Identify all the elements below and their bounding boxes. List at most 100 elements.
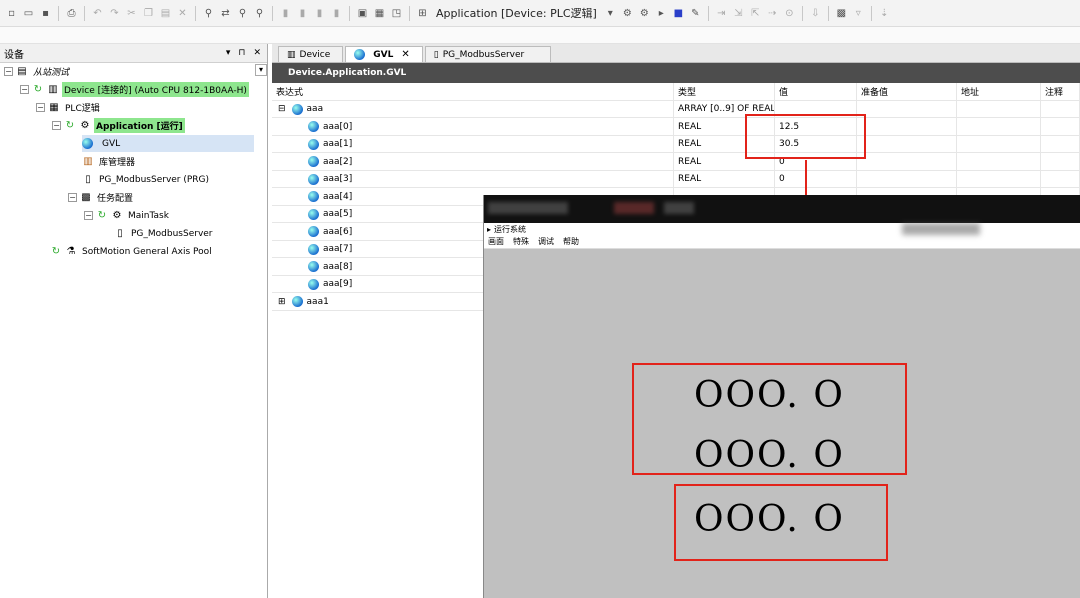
tree-node-application[interactable]: − ↻ ⚙ Application [运行] (52, 117, 185, 134)
login-icon[interactable]: ⚙ (620, 6, 635, 21)
cell-address[interactable] (957, 153, 1041, 171)
table-row[interactable]: aaa[0] REAL 12.5 (272, 118, 1080, 136)
collapse-icon[interactable]: − (4, 67, 13, 76)
col-value[interactable]: 值 (775, 83, 857, 101)
find-icon[interactable]: ⚲ (201, 6, 216, 21)
start-icon[interactable]: ▸ (654, 6, 669, 21)
print-icon[interactable]: ⎙ (64, 6, 79, 21)
col-address[interactable]: 地址 (957, 83, 1041, 101)
cell-prepared-value[interactable] (857, 118, 957, 136)
step-out-icon[interactable]: ⇱ (748, 6, 763, 21)
cell-comment[interactable] (1041, 100, 1080, 118)
delete-icon[interactable]: ✕ (175, 6, 190, 21)
bookmark-prev-icon[interactable]: ▮ (312, 6, 327, 21)
col-type[interactable]: 类型 (674, 83, 775, 101)
table-row[interactable]: aaa[3] REAL 0 (272, 170, 1080, 188)
cell-comment[interactable] (1041, 170, 1080, 188)
menu-help[interactable]: 帮助 (563, 236, 579, 247)
generate-icon[interactable]: ◳ (389, 6, 404, 21)
run-to-cursor-icon[interactable]: ⇢ (765, 6, 780, 21)
col-prepared-value[interactable]: 准备值 (857, 83, 957, 101)
table-row[interactable]: aaa[1] REAL 30.5 (272, 135, 1080, 153)
col-expression[interactable]: 表达式 (272, 83, 674, 101)
menu-debug[interactable]: 调试 (538, 236, 554, 247)
collapse-icon[interactable]: − (20, 85, 29, 94)
build-icon[interactable]: ▣ (355, 6, 370, 21)
cell-comment[interactable] (1041, 118, 1080, 136)
collapse-icon[interactable]: − (52, 121, 61, 130)
tree-node-device[interactable]: − ↻ ▥ Device [连接的] (Auto CPU 812-1B0AA-H… (20, 81, 249, 98)
tree-node-project[interactable]: − ▤ 从站测试 (4, 63, 71, 80)
find-next-icon[interactable]: ⚲ (235, 6, 250, 21)
col-comment[interactable]: 注释 (1041, 83, 1080, 101)
cell-prepared-value[interactable] (857, 135, 957, 153)
breakpoint-icon[interactable]: ⊙ (782, 6, 797, 21)
reset-icon[interactable]: ✎ (688, 6, 703, 21)
tree-node-task-config[interactable]: − ▩ 任务配置 (68, 189, 135, 206)
cell-address[interactable] (957, 135, 1041, 153)
tree-scroll-dropdown-icon[interactable]: ▾ (255, 64, 267, 76)
open-folder-icon[interactable]: ▭ (21, 6, 36, 21)
new-file-icon[interactable]: ▫ (4, 6, 19, 21)
tree-node-maintask[interactable]: − ↻ ⚙ MainTask (84, 207, 171, 224)
bookmark-next-icon[interactable]: ▮ (295, 6, 310, 21)
collapse-icon[interactable]: − (36, 103, 45, 112)
expression-text: aaa[9] (323, 279, 353, 290)
table-row[interactable]: aaa[2] REAL 0 (272, 153, 1080, 171)
collapse-icon[interactable]: ⊟ (278, 104, 286, 114)
chevron-down-icon[interactable]: ▾ (603, 6, 618, 21)
cell-comment[interactable] (1041, 135, 1080, 153)
copy-icon[interactable]: ❐ (141, 6, 156, 21)
tree-node-library-manager[interactable]: ▥ 库管理器 (82, 153, 137, 170)
panel-pin-icon[interactable]: ⊓ (238, 48, 245, 58)
tab-gvl[interactable]: GVL ✕ (345, 46, 423, 62)
device-config-icon[interactable]: ⊞ (415, 6, 430, 21)
cell-prepared-value[interactable] (857, 170, 957, 188)
write-values-icon[interactable]: ⇩ (808, 6, 823, 21)
logout-icon[interactable]: ⚙ (637, 6, 652, 21)
compile-icon[interactable]: ▦ (372, 6, 387, 21)
panel-dropdown-icon[interactable]: ▾ (226, 48, 231, 58)
cell-comment[interactable] (1041, 153, 1080, 171)
cut-icon[interactable]: ✂ (124, 6, 139, 21)
undo-icon[interactable]: ↶ (90, 6, 105, 21)
find-previous-icon[interactable]: ⚲ (252, 6, 267, 21)
cell-address[interactable] (957, 118, 1041, 136)
cross-reference-icon[interactable]: ⇣ (877, 6, 892, 21)
table-row[interactable]: ⊟ aaa ARRAY [0..9] OF REAL (272, 100, 1080, 118)
force-values-icon[interactable]: ▩ (834, 6, 849, 21)
menu-special[interactable]: 特殊 (513, 236, 529, 247)
save-icon[interactable]: ▪ (38, 6, 53, 21)
step-over-icon[interactable]: ⇥ (714, 6, 729, 21)
cell-prepared-value[interactable] (857, 100, 957, 118)
close-tab-icon[interactable]: ✕ (401, 49, 409, 60)
cell-address[interactable] (957, 100, 1041, 118)
expression-text: aaa[7] (323, 244, 353, 255)
tree-node-gvl[interactable]: GVL (82, 135, 254, 152)
tab-pg-modbusserver[interactable]: ▯ PG_ModbusServer (424, 46, 551, 62)
redo-icon[interactable]: ↷ (107, 6, 122, 21)
bookmark-icon[interactable]: ▮ (278, 6, 293, 21)
active-application-selector[interactable]: Application [Device: PLC逻辑] (432, 5, 601, 21)
bookmark-clear-icon[interactable]: ▮ (329, 6, 344, 21)
panel-close-icon[interactable]: ✕ (253, 48, 261, 58)
cell-prepared-value[interactable] (857, 153, 957, 171)
toolbar-separator (827, 5, 829, 21)
tab-device[interactable]: ▥ Device (278, 46, 344, 62)
unforce-icon[interactable]: ▿ (851, 6, 866, 21)
expand-icon[interactable]: ⊞ (278, 297, 286, 307)
replace-icon[interactable]: ⇄ (218, 6, 233, 21)
stop-icon[interactable]: ■ (671, 6, 686, 21)
step-into-icon[interactable]: ⇲ (731, 6, 746, 21)
tree-node-plc-logic[interactable]: − ▦ PLC逻辑 (36, 99, 102, 116)
cell-address[interactable] (957, 170, 1041, 188)
cell-value[interactable]: 0 (775, 170, 857, 188)
tree-node-pg-modbusserver-call[interactable]: ▯ PG_ModbusServer (114, 225, 215, 242)
tree-node-pg-modbusserver-prg[interactable]: ▯ PG_ModbusServer (PRG) (82, 171, 211, 188)
paste-icon[interactable]: ▤ (158, 6, 173, 21)
collapse-icon[interactable]: − (68, 193, 77, 202)
menu-screen[interactable]: 画面 (488, 236, 504, 247)
collapse-icon[interactable]: − (84, 211, 93, 220)
panel-controls: ▾ ⊓ ✕ (226, 48, 267, 58)
tree-node-softmotion-axis-pool[interactable]: ↻ ⚗ SoftMotion General Axis Pool (50, 243, 214, 260)
